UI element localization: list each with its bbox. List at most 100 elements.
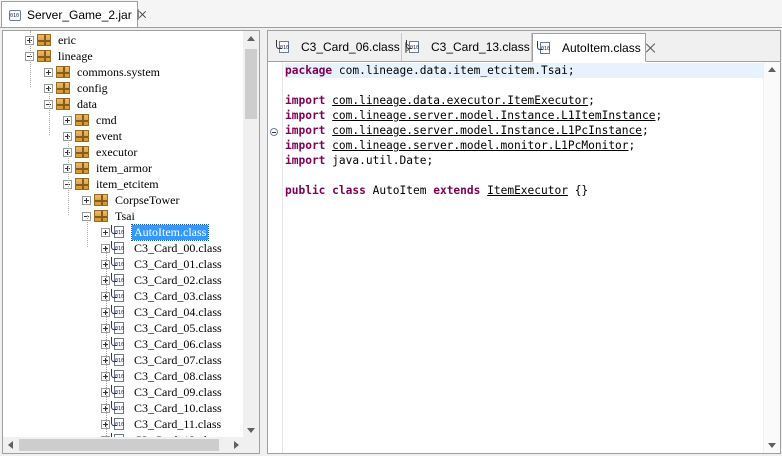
jar-file-tab[interactable]: 010 Server_Game_2.jar (1, 1, 139, 27)
tree-item-class[interactable]: 010 AutoItem.class (101, 223, 210, 241)
tree-vertical-scrollbar[interactable] (243, 31, 259, 438)
tree-item-label: config (77, 80, 108, 95)
keyword: import (285, 109, 326, 122)
package-icon (94, 210, 108, 222)
tree-item-class[interactable]: 010 C3_Card_03.class (101, 288, 224, 304)
tree-item-class[interactable]: 010 C3_Card_07.class (101, 352, 224, 368)
import-name[interactable]: com.lineage.server.model.monitor.L1PcMon… (332, 139, 628, 152)
superclass-name[interactable]: ItemExecutor (487, 184, 568, 197)
tree-guide-line (49, 87, 51, 135)
tree-guide-line (87, 215, 89, 247)
tree-item-package[interactable]: executor (63, 144, 139, 160)
tree-item-package[interactable]: Tsai (82, 208, 137, 224)
close-icon[interactable] (136, 9, 139, 20)
scroll-up-arrow-icon[interactable] (247, 36, 255, 41)
tree-item-package[interactable]: event (63, 128, 124, 144)
tree-item-class[interactable]: 010 C3_Card_09.class (101, 384, 224, 400)
keyword: import (285, 139, 326, 152)
editor-vertical-scrollbar[interactable] (763, 62, 780, 453)
tab-autoitem[interactable]: 010 AutoItem.class (532, 33, 646, 62)
tree-item-label: CorpseTower (115, 192, 180, 207)
package-icon (56, 82, 70, 94)
fold-collapse-icon[interactable] (270, 128, 278, 136)
class-file-icon: 010 (111, 305, 127, 319)
tree-item-package[interactable]: item_armor (63, 160, 154, 176)
package-icon (75, 162, 89, 174)
tree-item-label: C3_Card_04.class (134, 304, 222, 319)
tree-item-class[interactable]: 010 C3_Card_02.class (101, 272, 224, 288)
tree-item-package[interactable]: eric (25, 32, 78, 48)
expand-icon[interactable] (82, 195, 91, 205)
class-file-icon: 010 (111, 353, 127, 367)
tree-item-package[interactable]: cmd (63, 112, 119, 128)
tree-item-package[interactable]: commons.system (44, 64, 162, 80)
class-file-icon: 010 (111, 337, 127, 351)
code-editor-panel: 010 C3_Card_06.class 010 C3_Card_13.clas… (267, 30, 781, 454)
package-icon (75, 114, 89, 126)
class-file-icon: 010 (111, 369, 127, 383)
tree-item-label: C3_Card_06.class (134, 336, 222, 351)
scroll-up-arrow-icon[interactable] (768, 67, 776, 72)
tree-item-class[interactable]: 010 C3_Card_04.class (101, 304, 224, 320)
scroll-down-arrow-icon[interactable] (247, 428, 255, 433)
tree-item-label: C3_Card_09.class (134, 384, 222, 399)
package-icon (37, 50, 51, 62)
tree-item-class[interactable]: 010 C3_Card_00.class (101, 240, 224, 256)
tree-item-class[interactable]: 010 C3_Card_05.class (101, 320, 224, 336)
expand-icon[interactable] (101, 227, 110, 237)
tree-horizontal-scroll-thumb[interactable] (19, 439, 219, 451)
import-name: java.util.Date (332, 154, 427, 167)
scroll-down-arrow-icon[interactable] (768, 443, 776, 448)
class-name: AutoItem (365, 184, 434, 197)
expand-icon[interactable] (63, 115, 72, 125)
import-name[interactable]: com.lineage.data.executor.ItemExecutor (332, 94, 588, 107)
tree-horizontal-scrollbar[interactable] (3, 437, 244, 453)
source-code[interactable]: package com.lineage.data.item_etcitem.Ts… (285, 63, 765, 198)
tree-item-label: cmd (96, 112, 117, 127)
package-icon (56, 98, 70, 110)
import-name[interactable]: com.lineage.server.model.Instance.L1PcIn… (332, 124, 642, 137)
scroll-right-arrow-icon[interactable] (234, 441, 239, 449)
tree-item-package[interactable]: item_etcitem (63, 176, 161, 192)
keyword: import (285, 124, 326, 137)
tree-item-label: C3_Card_01.class (134, 256, 222, 271)
class-file-icon: 010 (276, 40, 292, 54)
tree-item-package[interactable]: CorpseTower (82, 192, 181, 208)
class-file-icon: 010 (111, 225, 127, 239)
class-file-icon: 010 (111, 273, 127, 287)
jar-file-icon: 010 (8, 8, 22, 22)
tree-item-class[interactable]: 010 C3_Card_08.class (101, 368, 224, 384)
tab-c3-card-06[interactable]: 010 C3_Card_06.class (272, 33, 407, 61)
editor-tab-bar: 010 C3_Card_06.class 010 C3_Card_13.clas… (268, 31, 780, 62)
tree-vertical-scroll-thumb[interactable] (245, 49, 257, 119)
tree-item-label: AutoItem.class (130, 223, 210, 241)
tree-item-class[interactable]: 010 C3_Card_01.class (101, 256, 224, 272)
tree-item-package[interactable]: lineage (25, 48, 95, 64)
tree-view: eric lineage commons.system config data cmd ev… (3, 31, 244, 438)
tab-c3-card-13[interactable]: 010 C3_Card_13.class (402, 33, 537, 61)
package-explorer-tree: eric lineage commons.system config data cmd ev… (2, 30, 260, 454)
keyword: class (332, 184, 366, 197)
tree-item-label: C3_Card_08.class (134, 368, 222, 383)
expand-icon[interactable] (44, 67, 53, 77)
tree-item-label: C3_Card_11.class (134, 416, 222, 431)
tree-item-label: C3_Card_10.class (134, 400, 222, 415)
tree-guide-line (68, 135, 70, 215)
code-text-area[interactable]: package com.lineage.data.item_etcitem.Ts… (268, 62, 780, 453)
tree-item-package[interactable]: data (44, 96, 99, 112)
tree-guide-line (30, 31, 32, 87)
package-icon (75, 130, 89, 142)
tree-item-label: Tsai (115, 208, 135, 223)
tree-item-class[interactable]: 010 C3_Card_06.class (101, 336, 224, 352)
tree-item-label: data (77, 96, 97, 111)
class-file-icon: 010 (406, 40, 422, 54)
scrollbar-corner (243, 437, 259, 453)
import-name[interactable]: com.lineage.server.model.Instance.L1Item… (332, 109, 655, 122)
scroll-left-arrow-icon[interactable] (8, 441, 13, 449)
tree-item-class[interactable]: 010 C3_Card_10.class (101, 400, 224, 416)
tree-item-label: commons.system (77, 64, 160, 79)
tree-item-class[interactable]: 010 C3_Card_11.class (101, 416, 223, 432)
tree-item-label: executor (96, 144, 138, 159)
tree-item-package[interactable]: config (44, 80, 110, 96)
